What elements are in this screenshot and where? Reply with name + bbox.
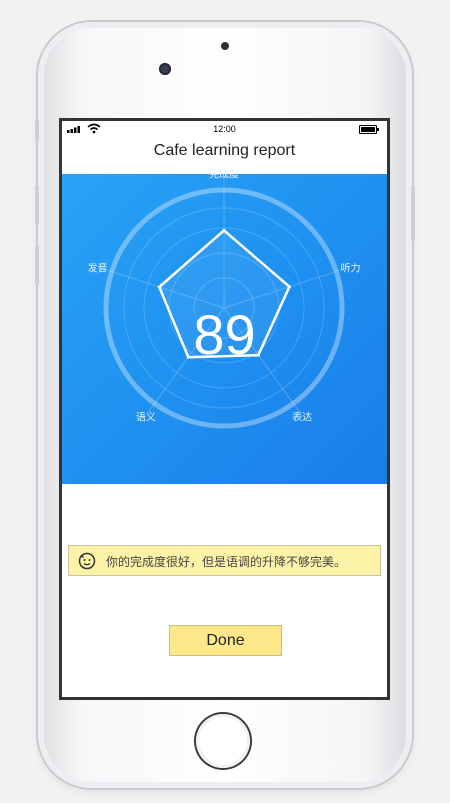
mute-switch (35, 120, 39, 142)
feedback-banner: 你的完成度很好，但是语调的升降不够完美。 (68, 545, 381, 576)
status-bar: 12:00 (62, 121, 387, 138)
home-button[interactable] (196, 714, 250, 768)
screen: 12:00 Cafe learning report 完成度 听力 表达 语义 … (59, 118, 390, 700)
volume-down-button (35, 245, 39, 285)
axis-label-completion: 完成度 (209, 169, 239, 181)
radar-chart-panel: 完成度 听力 表达 语义 发音 89 (62, 170, 387, 484)
volume-up-button (35, 185, 39, 225)
front-camera (159, 63, 171, 75)
radar-data-point (157, 285, 161, 289)
radar-data-point (287, 285, 291, 289)
axis-label-listening: 听力 (340, 263, 361, 275)
smiley-face-icon (78, 552, 96, 570)
page-title: Cafe learning report (153, 142, 296, 159)
score-value: 89 (193, 303, 256, 366)
radar-data-point (222, 228, 226, 232)
status-time: 12:00 (213, 124, 236, 134)
axis-label-pronunciation: 发音 (87, 263, 108, 275)
battery-icon (359, 125, 379, 134)
done-button[interactable]: Done (169, 625, 282, 656)
app-view: 12:00 Cafe learning report 完成度 听力 表达 语义 … (62, 121, 387, 697)
axis-label-semantics: 语义 (135, 412, 156, 424)
feedback-text: 你的完成度很好，但是语调的升降不够完美。 (106, 555, 347, 569)
axis-label-expression: 表达 (292, 412, 313, 424)
power-button (411, 185, 415, 241)
sensor-dot (221, 42, 229, 50)
